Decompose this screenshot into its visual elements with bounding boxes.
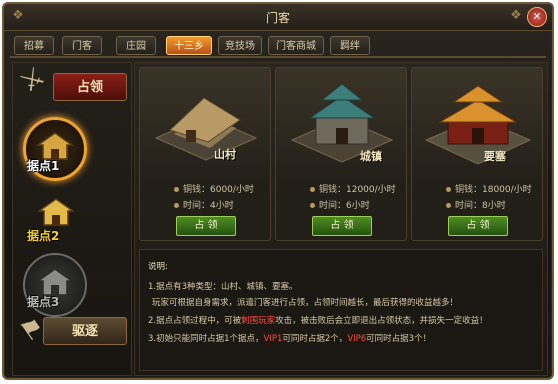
stronghold-label: 据点3: [27, 295, 60, 309]
instruction-line-3: 2.据点占领过程中，可被刺围玩家攻击，被击败后会立即退出占领状态，并损失一定收益…: [148, 314, 488, 326]
time-row: 时间：4小时: [174, 198, 234, 211]
bullet-icon: [174, 187, 179, 192]
income-text: 铜钱：6000/小时: [183, 185, 254, 195]
bullet-icon: [310, 203, 315, 208]
note-highlight: VIP6: [347, 334, 367, 344]
instruction-line-4: 3.初始只能同时占据1个据点，VIP1可同时占据2个，VIP6可同时占据3个！: [148, 332, 431, 344]
bullet-icon: [446, 203, 451, 208]
building-card-village: 山村 铜钱：6000/小时 时间：4小时 占 领: [139, 67, 271, 241]
sidebar: ⚔ 占领 据点1 据点2 据点3 ⚑ 驱逐: [12, 61, 132, 376]
tab-arena[interactable]: 竞技场: [218, 36, 262, 55]
tab-manor[interactable]: 庄园: [116, 36, 156, 55]
close-button[interactable]: ✕: [527, 7, 547, 27]
stronghold-label: 据点1: [27, 159, 60, 173]
occupy-fortress-button[interactable]: 占 领: [448, 216, 508, 236]
fortress-building-icon: [424, 85, 532, 165]
stronghold-label: 据点2: [27, 229, 60, 243]
income-row: 铜钱：6000/小时: [174, 182, 254, 195]
building-name: 要塞: [484, 150, 506, 163]
note-highlight: VIP1: [263, 334, 283, 344]
tab-retainer-shop[interactable]: 门客商城: [268, 36, 324, 55]
building-card-town: 城镇 铜钱：12000/小时 时间：6小时 占 领: [275, 67, 407, 241]
village-building-icon: [154, 97, 258, 161]
time-row: 时间：6小时: [310, 198, 370, 211]
tab-thirteen-villages[interactable]: 十三乡: [166, 36, 212, 55]
time-text: 时间：6小时: [319, 201, 370, 211]
income-text: 铜钱：12000/小时: [319, 185, 396, 195]
tab-retainers[interactable]: 门客: [62, 36, 102, 55]
time-text: 时间：4小时: [183, 201, 234, 211]
window-title: 门客: [265, 11, 290, 25]
building-card-fortress: 要塞 铜钱：18000/小时 时间：8小时 占 领: [411, 67, 543, 241]
note-text: 可同时占据3个！: [366, 334, 432, 344]
town-building-icon: [290, 83, 394, 163]
window: ❖ 门客 ❖ ✕ 招募 门客 庄园 十三乡 竞技场 门客商城 羁绊 ⚔ 占领 据…: [2, 2, 554, 380]
expel-button[interactable]: 驱逐: [43, 317, 127, 345]
ornament-icon: ❖: [510, 8, 522, 23]
tab-recruit[interactable]: 招募: [14, 36, 54, 55]
instructions-panel: 说明: 1.据点有3种类型：山村、城镇、要塞。 玩家可根据自身需求，派遣门客进行…: [139, 249, 543, 371]
time-text: 时间：8小时: [455, 201, 506, 211]
occupy-banner-button[interactable]: 占领: [53, 73, 127, 101]
building-name: 城镇: [360, 150, 382, 163]
occupy-town-button[interactable]: 占 领: [312, 216, 372, 236]
income-row: 铜钱：12000/小时: [310, 182, 396, 195]
tab-divider: [10, 56, 546, 58]
income-row: 铜钱：18000/小时: [446, 182, 532, 195]
title-bar: ❖ 门客 ❖ ✕: [4, 4, 552, 31]
time-row: 时间：8小时: [446, 198, 506, 211]
stronghold-3[interactable]: 据点3: [23, 253, 103, 321]
note-text: 攻击，被击败后会立即退出占领状态，并损失一定收益！: [275, 316, 488, 326]
note-text: 2.据点占领过程中，可被: [148, 316, 242, 326]
bullet-icon: [174, 203, 179, 208]
occupy-village-button[interactable]: 占 领: [176, 216, 236, 236]
tab-bonds[interactable]: 羁绊: [330, 36, 370, 55]
instruction-line-2: 玩家可根据自身需求，派遣门客进行占领，占领时间越长，最后获得的收益越多！: [152, 298, 459, 308]
note-text: 3.初始只能同时占据1个据点，: [148, 334, 264, 344]
instruction-line-1: 1.据点有3种类型：山村、城镇、要塞。: [148, 282, 298, 292]
sword-icon: ⚔: [14, 61, 51, 99]
income-text: 铜钱：18000/小时: [455, 185, 532, 195]
bullet-icon: [310, 187, 315, 192]
note-text: 可同时占据2个，: [282, 334, 348, 344]
main-panel: 山村 铜钱：6000/小时 时间：4小时 占 领 城镇 铜钱：12000/小时 …: [134, 62, 548, 376]
note-highlight: 刺围玩家: [241, 316, 276, 326]
building-name: 山村: [214, 148, 236, 161]
stronghold-1[interactable]: 据点1: [23, 117, 103, 185]
bullet-icon: [446, 187, 451, 192]
hut-icon: [36, 198, 76, 226]
stronghold-2[interactable]: 据点2: [23, 191, 103, 259]
instructions-heading: 说明:: [148, 262, 168, 272]
